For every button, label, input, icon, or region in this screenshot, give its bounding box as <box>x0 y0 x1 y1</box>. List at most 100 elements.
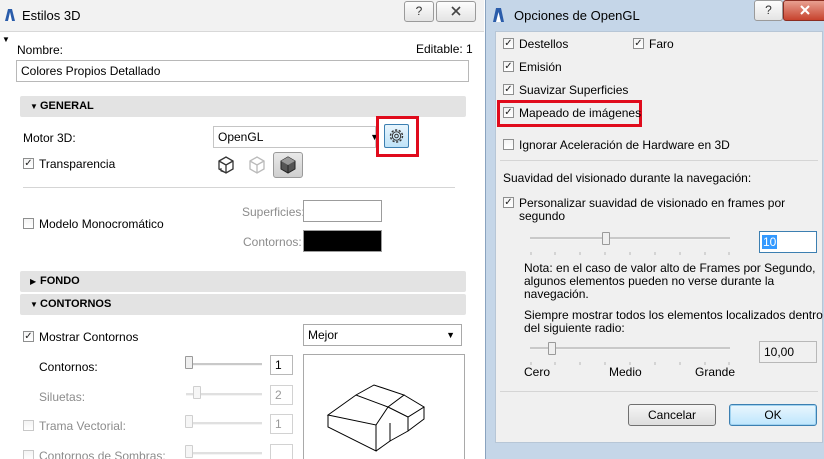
gear-icon <box>389 129 404 143</box>
chevron-down-icon: ▼ <box>446 330 455 340</box>
radio-slider-thumb[interactable] <box>548 342 556 355</box>
contornos-value-input[interactable]: 1 <box>270 355 293 375</box>
faro-checkbox[interactable]: ✓ <box>633 38 644 49</box>
contour-quality-select[interactable]: Mejor ▼ <box>303 324 462 346</box>
contornos-slider-label: Contornos: <box>39 360 98 374</box>
siempre-line1: Siempre mostrar todos los elementos loca… <box>524 308 823 322</box>
trama-slider-track[interactable] <box>186 422 262 425</box>
transparencia-checkbox[interactable]: ✓ <box>23 158 34 169</box>
suavidad-heading: Suavidad del visionado durante la navega… <box>503 171 752 185</box>
house-preview-icon <box>326 384 425 452</box>
shaded-mode-icon <box>280 156 296 174</box>
mostrar-contornos-checkbox[interactable]: ✓ <box>23 331 34 342</box>
contour-quality-value: Mejor <box>308 328 339 342</box>
contornos-sombras-checkbox[interactable] <box>23 450 34 459</box>
trama-slider-thumb[interactable] <box>185 415 193 428</box>
scale-label-medio: Medio <box>609 365 642 379</box>
mapeado-checkbox[interactable]: ✓ <box>503 107 514 118</box>
mostrar-contornos-label: Mostrar Contornos <box>39 330 139 344</box>
sombras-value-input[interactable] <box>270 444 293 459</box>
opengl-divider-2 <box>500 391 818 392</box>
contour-preview <box>303 354 465 459</box>
destellos-label: Destellos <box>519 37 569 51</box>
contornos-slider-thumb[interactable] <box>185 356 193 369</box>
emision-label: Emisión <box>519 60 562 74</box>
radio-slider-ticks <box>530 354 730 365</box>
frames-slider-track[interactable] <box>530 237 730 240</box>
shaded-mode-button[interactable] <box>273 152 303 178</box>
note-line2: algunos elementos pueden no verse durant… <box>524 274 775 288</box>
contornos-color-swatch[interactable] <box>303 230 382 252</box>
siluetas-slider-thumb[interactable] <box>193 386 201 399</box>
general-section-header[interactable]: ▼ GENERAL <box>20 96 466 117</box>
contornos-slider-track[interactable] <box>186 363 262 366</box>
expanded-arrow-icon: ▼ <box>30 300 38 309</box>
monocromatico-label: Modelo Monocromático <box>39 217 164 231</box>
superficies-label: Superficies: <box>242 205 305 219</box>
opengl-settings-button[interactable] <box>384 124 409 148</box>
motor-3d-label: Motor 3D: <box>23 131 76 145</box>
fondo-section-label: FONDO <box>40 275 80 287</box>
nombre-label: Nombre: <box>17 43 64 57</box>
sombras-slider-track[interactable] <box>186 452 262 455</box>
panel-collapse-arrow-icon[interactable]: ▼ <box>2 35 10 44</box>
frames-value-input[interactable]: 10 <box>759 231 817 253</box>
radio-slider-track[interactable] <box>530 347 730 350</box>
suavizar-checkbox[interactable]: ✓ <box>503 84 514 95</box>
close-icon <box>800 5 810 15</box>
cancel-button[interactable]: Cancelar <box>628 404 716 426</box>
siempre-line2: del siguiente radio: <box>524 321 625 335</box>
faro-label: Faro <box>649 37 674 51</box>
estilos-window-title: Estilos 3D <box>22 8 81 23</box>
note-line3: navegación. <box>524 287 589 301</box>
expanded-arrow-icon: ▼ <box>30 102 38 111</box>
opengl-options-window: Opciones de OpenGL ? ✓ Destellos ✓ Faro … <box>485 0 824 459</box>
fondo-section-header[interactable]: ▶ FONDO <box>20 271 466 292</box>
ignorar-aceleracion-label: Ignorar Aceleración de Hardware en 3D <box>519 138 730 152</box>
general-section-label: GENERAL <box>40 100 94 112</box>
destellos-checkbox[interactable]: ✓ <box>503 38 514 49</box>
hidden-line-mode-icon[interactable] <box>246 154 268 176</box>
personalizar-checkbox[interactable]: ✓ <box>503 197 514 208</box>
transparencia-label: Transparencia <box>39 157 116 171</box>
contornos-color-label: Contornos: <box>243 235 302 249</box>
opengl-window-title: Opciones de OpenGL <box>514 8 640 23</box>
monocromatico-checkbox[interactable] <box>23 218 34 229</box>
scale-label-grande: Grande <box>695 365 736 379</box>
frames-slider-ticks <box>530 244 730 255</box>
close-button[interactable] <box>436 1 476 22</box>
ok-button[interactable]: OK <box>729 404 817 426</box>
suavizar-label: Suavizar Superficies <box>519 83 629 97</box>
help-button[interactable]: ? <box>404 1 434 22</box>
scale-label-cero: Cero <box>524 365 551 379</box>
note-line1: Nota: en el caso de valor alto de Frames… <box>524 261 816 275</box>
trama-vectorial-label: Trama Vectorial: <box>39 419 126 433</box>
opengl-help-button[interactable]: ? <box>754 0 783 21</box>
wireframe-mode-icon[interactable] <box>215 154 237 176</box>
collapsed-arrow-icon: ▶ <box>30 277 37 286</box>
superficies-color-swatch[interactable] <box>303 200 382 222</box>
siluetas-label: Siluetas: <box>39 390 86 404</box>
ignorar-aceleracion-checkbox[interactable] <box>503 139 514 150</box>
general-divider <box>23 187 455 188</box>
trama-value-input[interactable]: 1 <box>270 414 293 434</box>
trama-vectorial-checkbox[interactable] <box>23 420 34 431</box>
editable-label: Editable: 1 <box>416 42 473 56</box>
sombras-slider-thumb[interactable] <box>185 445 193 458</box>
personalizar-label-line2: segundo <box>519 209 566 223</box>
motor-3d-value: OpenGL <box>218 130 264 144</box>
contornos-section-header[interactable]: ▼ CONTORNOS <box>20 294 466 315</box>
app-icon <box>3 8 17 22</box>
radio-value-input[interactable]: 10,00 <box>759 341 817 363</box>
siluetas-value-input[interactable]: 2 <box>270 385 293 405</box>
nombre-input[interactable]: Colores Propios Detallado <box>16 60 469 82</box>
close-icon <box>451 6 461 16</box>
mapeado-label: Mapeado de imágenes <box>519 106 642 120</box>
frames-slider-thumb[interactable] <box>602 232 610 245</box>
motor-3d-select[interactable]: OpenGL ▼ <box>213 126 379 148</box>
emision-checkbox[interactable]: ✓ <box>503 61 514 72</box>
app-icon <box>491 7 507 23</box>
opengl-close-button[interactable] <box>783 0 824 21</box>
frames-value-selected: 10 <box>762 235 778 249</box>
contornos-section-label: CONTORNOS <box>40 298 112 310</box>
